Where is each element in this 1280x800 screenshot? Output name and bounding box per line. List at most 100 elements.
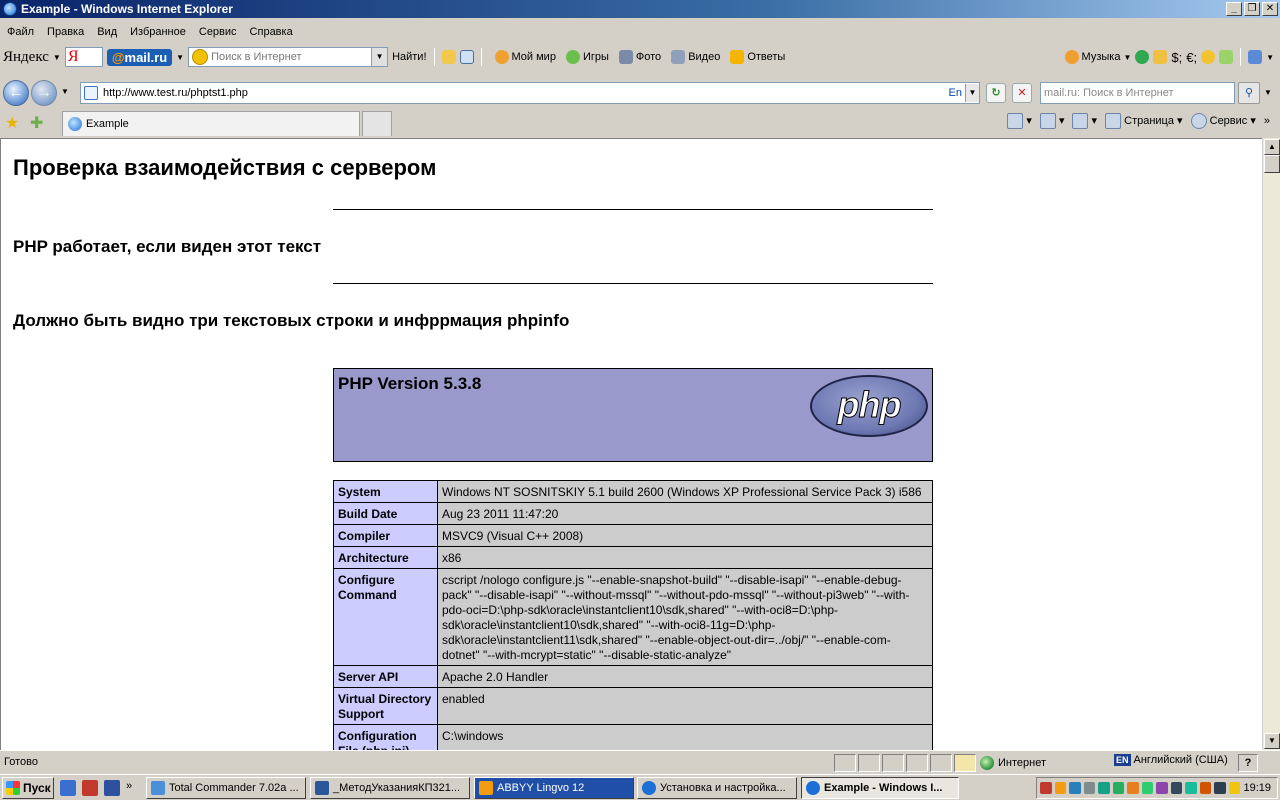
more-commands-icon[interactable]: » <box>1264 115 1270 127</box>
menu-view[interactable]: Вид <box>97 26 117 38</box>
my-world-icon <box>494 50 509 64</box>
yandex-logo[interactable]: Яндекс <box>3 49 49 66</box>
tray-icon[interactable] <box>1214 782 1226 794</box>
tab-example[interactable]: Example <box>62 111 360 136</box>
answers-icon <box>730 50 745 64</box>
tray-icon[interactable] <box>1040 782 1052 794</box>
tray-icon[interactable] <box>1185 782 1197 794</box>
app-launch-icon[interactable] <box>82 780 98 796</box>
new-tab-button[interactable] <box>362 111 392 136</box>
toolbar-divider <box>1240 48 1242 66</box>
forward-button[interactable]: → <box>31 80 57 106</box>
chevron-down-icon[interactable]: ▼ <box>965 84 979 102</box>
url-text[interactable]: http://www.test.ru/phptst1.php <box>103 87 248 99</box>
tray-icon[interactable] <box>1141 782 1154 794</box>
refresh-button[interactable]: ↻ <box>986 83 1006 103</box>
page-icon[interactable] <box>459 50 474 64</box>
add-favorite-icon[interactable]: ✚ <box>30 113 43 133</box>
more-launch-icon[interactable]: » <box>126 780 132 796</box>
stop-button[interactable]: ✕ <box>1012 83 1032 103</box>
popup-blocker-icon[interactable] <box>954 754 976 772</box>
scroll-thumb[interactable] <box>1264 155 1280 173</box>
answers-button[interactable]: Ответы <box>730 50 785 64</box>
security-zone[interactable]: Интернет <box>980 754 1046 772</box>
desktop-icon[interactable] <box>60 780 76 796</box>
language-bar[interactable]: EN Английский (США) <box>1114 754 1228 766</box>
volume-icon[interactable] <box>1083 782 1096 794</box>
phpinfo-value: C:\windows <box>437 724 933 750</box>
tray-icon[interactable] <box>1098 782 1110 794</box>
tray-icon[interactable] <box>1069 782 1081 794</box>
mailru-search-input[interactable]: Поиск в Интернет ▼ <box>188 47 389 67</box>
tray-icon[interactable] <box>1228 782 1241 794</box>
minimize-button[interactable]: _ <box>1226 2 1242 16</box>
feeds-button[interactable]: ▾ <box>1039 113 1064 129</box>
tray-icon[interactable] <box>1054 782 1067 794</box>
history-dropdown-icon[interactable]: ▼ <box>61 87 69 96</box>
weather-icon[interactable] <box>1201 50 1216 64</box>
maximize-button[interactable]: ❐ <box>1244 2 1260 16</box>
table-row: Virtual Directory Support enabled <box>333 687 933 725</box>
ie-search-input[interactable]: mail.ru: Поиск в Интернет <box>1040 82 1235 104</box>
currency-dollar-icon[interactable]: $; <box>1171 50 1182 65</box>
address-bar[interactable]: http://www.test.ru/phptst1.php En ▼ <box>80 82 980 104</box>
table-row: System Windows NT SOSNITSKIY 5.1 build 26… <box>333 480 933 503</box>
chevron-down-icon[interactable]: ▼ <box>1266 53 1274 62</box>
start-button[interactable]: Пуск <box>2 777 54 799</box>
favorites-star-icon[interactable]: ★ <box>5 113 19 133</box>
my-world-button[interactable]: Мой мир <box>494 50 556 64</box>
task-total-commander[interactable]: Total Commander 7.02a ... <box>146 777 306 799</box>
tools-menu-button[interactable]: Сервис ▾ <box>1190 113 1256 129</box>
vertical-scrollbar[interactable]: ▲ ▼ <box>1262 138 1280 750</box>
help-icon[interactable]: ? <box>1238 754 1258 772</box>
word-icon <box>315 781 329 795</box>
home-button[interactable]: ▾ <box>1007 113 1032 129</box>
map-icon[interactable] <box>1219 50 1234 64</box>
yandex-search-input[interactable]: Я <box>64 47 103 67</box>
scroll-up-button[interactable]: ▲ <box>1264 139 1280 155</box>
menu-favorites[interactable]: Избранное <box>130 26 186 38</box>
phpinfo-key: System <box>333 480 438 503</box>
tray-icon[interactable] <box>1170 782 1183 794</box>
highlight-icon[interactable] <box>441 50 456 64</box>
menu-edit[interactable]: Правка <box>47 26 84 38</box>
task-example-ie[interactable]: Example - Windows I... <box>801 777 959 799</box>
back-button[interactable]: ← <box>3 80 29 106</box>
chevron-down-icon[interactable]: ▼ <box>371 48 388 66</box>
mailru-dropdown-icon[interactable]: ▼ <box>176 53 184 62</box>
close-button[interactable]: ✕ <box>1262 2 1278 16</box>
settings-icon[interactable] <box>1248 50 1263 64</box>
menu-file[interactable]: Файл <box>7 26 34 38</box>
games-button[interactable]: Игры <box>565 50 609 64</box>
tray-icon[interactable] <box>1127 782 1139 794</box>
find-button[interactable]: Найти! <box>392 51 426 63</box>
agent-icon[interactable] <box>1135 50 1150 64</box>
yandex-dropdown-icon[interactable]: ▼ <box>53 53 61 62</box>
scroll-down-button[interactable]: ▼ <box>1264 733 1280 749</box>
photo-button[interactable]: Фото <box>618 50 661 64</box>
phpinfo-table: System Windows NT SOSNITSKIY 5.1 build 26… <box>333 480 933 750</box>
menu-tools[interactable]: Сервис <box>199 26 237 38</box>
search-button[interactable]: ⚲ <box>1238 82 1260 104</box>
task-abbyy-lingvo[interactable]: ABBYY Lingvo 12 <box>474 777 634 799</box>
search-options-icon[interactable]: ▼ <box>1264 88 1272 97</box>
toolbar-divider <box>480 48 482 66</box>
task-word-document[interactable]: _МетодУказанияКП321... <box>310 777 470 799</box>
tray-icon[interactable] <box>1112 782 1125 794</box>
mail-icon[interactable] <box>1153 50 1168 64</box>
menu-help[interactable]: Справка <box>250 26 293 38</box>
mailru-logo[interactable]: @mail.ru <box>106 48 173 66</box>
phpinfo-key: Virtual Directory Support <box>333 687 438 725</box>
phpinfo-header: PHP Version 5.3.8 php <box>333 368 933 462</box>
save-icon[interactable] <box>104 780 120 796</box>
tray-icon[interactable] <box>1199 782 1212 794</box>
page-menu-button[interactable]: Страница ▾ <box>1105 113 1183 129</box>
currency-euro-icon[interactable]: €; <box>1186 50 1197 65</box>
task-installation[interactable]: Установка и настройка... <box>637 777 797 799</box>
language-indicator[interactable]: En <box>949 87 962 99</box>
music-button[interactable]: Музыка ▼ <box>1064 50 1131 64</box>
video-button[interactable]: Видео <box>671 50 720 64</box>
tray-icon[interactable] <box>1156 782 1168 794</box>
php-logo[interactable]: php <box>810 375 928 437</box>
print-button[interactable]: ▾ <box>1072 113 1097 129</box>
